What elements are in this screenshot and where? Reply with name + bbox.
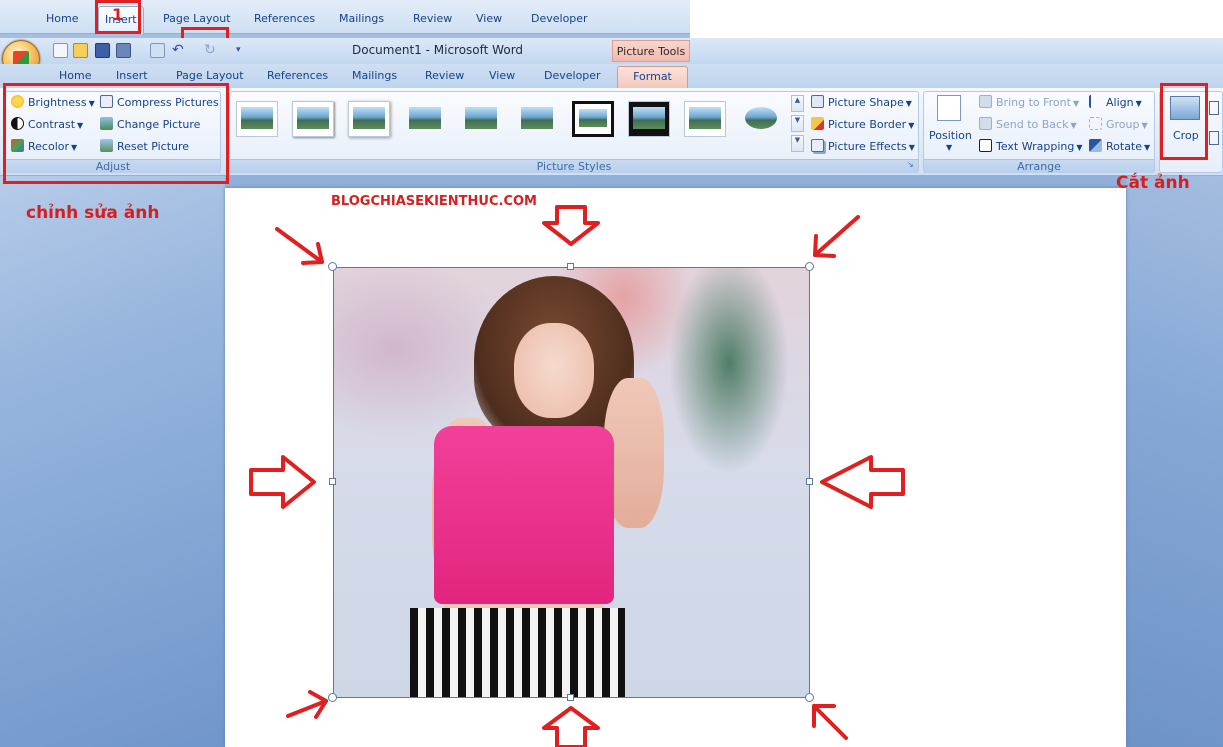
step-number: 1: [112, 5, 124, 24]
width-icon: [1209, 131, 1219, 145]
resize-handle-bottom-left[interactable]: [328, 693, 337, 702]
text-wrapping-icon: [979, 139, 992, 152]
resize-handle-bottom[interactable]: [567, 694, 574, 701]
rotate-handle[interactable]: [566, 236, 575, 245]
position-dropdown-icon[interactable]: ▼: [946, 143, 952, 152]
photo-face-area: [514, 323, 594, 418]
insert-picture-icon[interactable]: [150, 43, 165, 58]
picture-border-button[interactable]: Picture Border ▼: [811, 117, 914, 135]
picture-effects-label: Picture Effects: [828, 140, 907, 153]
selected-picture[interactable]: [333, 267, 810, 698]
picture-style-2[interactable]: [292, 101, 334, 137]
picture-style-9[interactable]: [684, 101, 726, 137]
picture-style-3[interactable]: [348, 101, 390, 137]
overlay-tab-references[interactable]: References: [254, 12, 315, 25]
tab-review[interactable]: Review: [425, 69, 464, 82]
crop-caption: Cắt ảnh: [1116, 173, 1190, 193]
overlay-tab-review[interactable]: Review: [413, 12, 452, 25]
bring-to-front-icon: [979, 95, 992, 108]
send-to-back-button[interactable]: Send to Back ▼: [979, 117, 1077, 135]
align-button[interactable]: Align ▼: [1089, 95, 1142, 113]
bring-to-front-button[interactable]: Bring to Front ▼: [979, 95, 1079, 113]
resize-handle-bottom-right[interactable]: [805, 693, 814, 702]
document-background-left: [0, 176, 225, 747]
redo-icon[interactable]: ↻: [204, 43, 219, 58]
crop-highlight-box: [1160, 83, 1208, 160]
dialog-launcher-icon[interactable]: ↘: [907, 160, 914, 169]
text-wrapping-label: Text Wrapping: [996, 140, 1075, 153]
picture-styles-group-label: Picture Styles: [230, 159, 918, 173]
tab-home[interactable]: Home: [59, 69, 91, 82]
save-icon[interactable]: [95, 43, 110, 58]
picture-effects-button[interactable]: Picture Effects ▼: [811, 139, 915, 157]
resize-handle-left[interactable]: [329, 478, 336, 485]
height-icon: [1209, 101, 1219, 115]
arrange-group-label: Arrange: [924, 159, 1154, 173]
overlay-tab-mailings[interactable]: Mailings: [339, 12, 384, 25]
group-label: Group: [1106, 118, 1140, 131]
group-button[interactable]: Group ▼: [1089, 117, 1148, 135]
gallery-more-button[interactable]: ▼: [791, 135, 804, 152]
tab-references[interactable]: References: [267, 69, 328, 82]
overlay-tab-developer[interactable]: Developer: [531, 12, 588, 25]
watermark-text: BLOGCHIASEKIENTHUC.COM: [331, 194, 537, 209]
tab-mailings[interactable]: Mailings: [352, 69, 397, 82]
picture-shape-label: Picture Shape: [828, 96, 904, 109]
undo-icon[interactable]: ↶: [172, 43, 187, 58]
document-background-right: [1126, 176, 1223, 747]
group-icon: [1089, 117, 1102, 130]
picture-style-6[interactable]: [516, 101, 558, 137]
picture-shape-button[interactable]: Picture Shape ▼: [811, 95, 912, 113]
send-to-back-label: Send to Back: [996, 118, 1069, 131]
bring-to-front-label: Bring to Front: [996, 96, 1071, 109]
picture-style-7[interactable]: [572, 101, 614, 137]
tab-developer[interactable]: Developer: [544, 69, 601, 82]
resize-handle-right[interactable]: [806, 478, 813, 485]
text-wrapping-button[interactable]: Text Wrapping ▼: [979, 139, 1083, 157]
tab-insert[interactable]: Insert: [116, 69, 148, 82]
customize-toolbar-icon[interactable]: ▾: [236, 43, 251, 58]
open-folder-icon[interactable]: [73, 43, 88, 58]
align-icon: [1089, 95, 1102, 108]
adjust-caption: chỉnh sửa ảnh: [26, 203, 160, 223]
rotate-label: Rotate: [1106, 140, 1143, 153]
rotate-icon: [1089, 139, 1102, 152]
picture-style-5[interactable]: [460, 101, 502, 137]
resize-handle-top-right[interactable]: [805, 262, 814, 271]
position-icon: [937, 95, 961, 121]
resize-handle-top[interactable]: [567, 263, 574, 270]
picture-style-10[interactable]: [740, 101, 782, 137]
resize-handle-top-left[interactable]: [328, 262, 337, 271]
document-title: Document1 - Microsoft Word: [352, 43, 524, 57]
picture-style-1[interactable]: [236, 101, 278, 137]
picture-shape-icon: [811, 95, 824, 108]
overlay-tab-view[interactable]: View: [476, 12, 502, 25]
print-preview-icon[interactable]: [116, 43, 131, 58]
tab-view[interactable]: View: [489, 69, 515, 82]
picture-effects-icon: [811, 139, 824, 152]
overlay-blank-area: [690, 0, 1223, 40]
adjust-highlight-box: [3, 83, 229, 184]
send-to-back-icon: [979, 117, 992, 130]
picture-border-label: Picture Border: [828, 118, 907, 131]
picture-style-8[interactable]: [628, 101, 670, 137]
tab-format[interactable]: Format: [617, 66, 688, 88]
photo-striped-shorts: [410, 608, 625, 697]
picture-border-icon: [811, 117, 824, 130]
new-document-icon[interactable]: [53, 43, 68, 58]
picture-style-4[interactable]: [404, 101, 446, 137]
gallery-scroll-up[interactable]: ▲: [791, 95, 804, 112]
gallery-scroll-down[interactable]: ▼: [791, 115, 804, 132]
tab-page-layout[interactable]: Page Layout: [176, 69, 244, 82]
align-label: Align: [1106, 96, 1134, 109]
photo-pink-top: [434, 426, 614, 604]
overlay-tab-home[interactable]: Home: [46, 12, 78, 25]
picture-tools-label: Picture Tools: [612, 40, 690, 62]
rotate-button[interactable]: Rotate ▼: [1089, 139, 1150, 157]
overlay-tab-page-layout[interactable]: Page Layout: [163, 12, 231, 25]
